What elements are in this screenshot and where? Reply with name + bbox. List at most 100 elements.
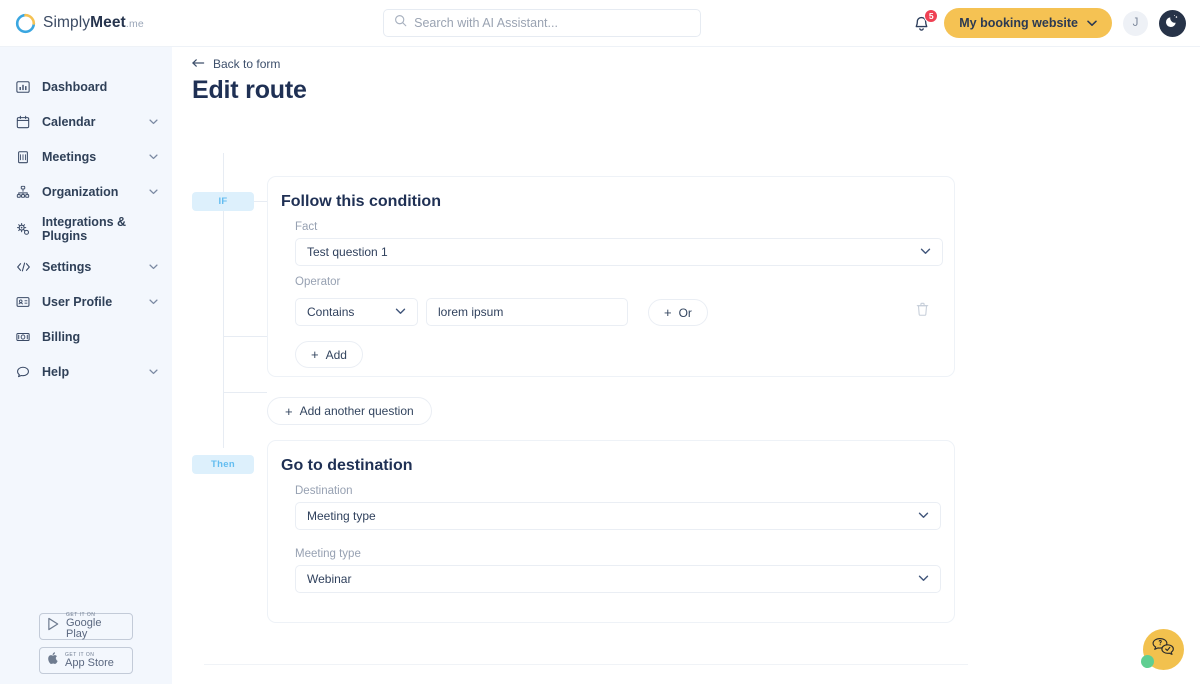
chevron-down-icon bbox=[918, 511, 929, 522]
notification-count-badge: 5 bbox=[924, 9, 939, 23]
chevron-down-icon bbox=[149, 262, 158, 272]
footer-divider bbox=[204, 664, 968, 665]
fact-field-group: Fact Test question 1 bbox=[295, 221, 943, 266]
sidebar-item-integrations-plugins[interactable]: Integrations & Plugins bbox=[0, 209, 172, 249]
destination-card-title: Go to destination bbox=[281, 457, 413, 474]
top-bar-actions: 5 My booking website J bbox=[912, 8, 1200, 38]
simplymeet-logo-icon bbox=[15, 13, 36, 34]
building-icon bbox=[15, 150, 31, 164]
chat-support-icon bbox=[1151, 637, 1176, 663]
destination-select[interactable]: Meeting type bbox=[295, 502, 941, 530]
sidebar-item-billing[interactable]: Billing bbox=[0, 319, 172, 354]
sidebar: Dashboard Calendar Meetings Organization… bbox=[0, 47, 172, 684]
chevron-down-icon bbox=[918, 574, 929, 585]
add-or-button[interactable]: + Or bbox=[648, 299, 708, 326]
page-title: Edit route bbox=[192, 76, 307, 104]
gears-icon bbox=[15, 222, 31, 237]
sidebar-nav: Dashboard Calendar Meetings Organization… bbox=[0, 47, 172, 389]
google-play-badge[interactable]: GET IT ON Google Play bbox=[39, 613, 133, 640]
moon-icon bbox=[1165, 13, 1180, 33]
search-input[interactable]: Search with AI Assistant... bbox=[383, 9, 702, 37]
google-play-icon bbox=[47, 617, 60, 636]
sidebar-item-label: Billing bbox=[42, 329, 81, 344]
meeting-type-select[interactable]: Webinar bbox=[295, 565, 941, 593]
add-or-label: Or bbox=[678, 305, 692, 320]
back-to-form-label: Back to form bbox=[213, 57, 281, 71]
app-store-badges: GET IT ON Google Play GET IT ON App Stor… bbox=[0, 613, 172, 674]
sidebar-item-settings[interactable]: Settings bbox=[0, 249, 172, 284]
app-store-text: GET IT ON App Store bbox=[65, 652, 114, 669]
delete-condition-button[interactable] bbox=[916, 302, 929, 321]
sidebar-item-label: Meetings bbox=[42, 149, 97, 164]
plus-icon: + bbox=[311, 347, 319, 362]
meeting-type-label: Meeting type bbox=[295, 548, 361, 560]
chat-online-status-dot bbox=[1141, 655, 1154, 668]
chat-support-button[interactable] bbox=[1141, 629, 1184, 670]
chevron-down-icon bbox=[149, 297, 158, 307]
brand-logo[interactable]: SimplyMeet.me bbox=[0, 13, 172, 34]
fact-select[interactable]: Test question 1 bbox=[295, 238, 943, 266]
store-big-label: Google Play bbox=[66, 617, 102, 640]
notifications-button[interactable]: 5 bbox=[912, 9, 939, 34]
destination-value: Meeting type bbox=[307, 509, 376, 523]
avatar-initial: J bbox=[1132, 17, 1139, 29]
sidebar-item-label: User Profile bbox=[42, 294, 113, 309]
meeting-type-field-group: Meeting type Webinar bbox=[295, 548, 941, 593]
then-badge: Then bbox=[192, 455, 254, 474]
avatar[interactable]: J bbox=[1123, 10, 1148, 36]
sitemap-icon bbox=[15, 185, 31, 199]
meeting-type-value: Webinar bbox=[307, 572, 352, 586]
app-root: SimplyMeet.me Search with AI Assistant..… bbox=[0, 0, 1200, 684]
add-another-question-button[interactable]: + Add another question bbox=[267, 397, 432, 425]
brand-name-bold: Meet bbox=[90, 14, 126, 31]
chat-bubble-icon bbox=[15, 365, 31, 379]
money-icon bbox=[15, 330, 31, 344]
calendar-icon bbox=[15, 115, 31, 129]
chevron-down-icon bbox=[1087, 16, 1097, 30]
apple-icon bbox=[47, 651, 59, 670]
operator-label: Operator bbox=[295, 276, 341, 288]
top-bar: SimplyMeet.me Search with AI Assistant..… bbox=[0, 0, 1200, 47]
chevron-down-icon bbox=[920, 247, 931, 258]
fact-label: Fact bbox=[295, 221, 318, 233]
plus-icon: + bbox=[664, 305, 672, 320]
operator-value: Contains bbox=[307, 305, 355, 319]
sidebar-item-dashboard[interactable]: Dashboard bbox=[0, 69, 172, 104]
store-big-label: App Store bbox=[65, 656, 114, 669]
app-store-badge[interactable]: GET IT ON App Store bbox=[39, 647, 133, 674]
chevron-down-icon bbox=[395, 307, 406, 318]
condition-card-title: Follow this condition bbox=[281, 193, 441, 210]
destination-field-group: Destination Meeting type bbox=[295, 485, 941, 530]
dark-mode-toggle[interactable] bbox=[1159, 9, 1186, 37]
chart-bar-icon bbox=[15, 80, 31, 94]
add-another-question-label: Add another question bbox=[299, 404, 414, 418]
sidebar-item-label: Calendar bbox=[42, 114, 96, 129]
sidebar-item-organization[interactable]: Organization bbox=[0, 174, 172, 209]
condition-value-input[interactable]: lorem ipsum bbox=[426, 298, 628, 326]
operator-select[interactable]: Contains bbox=[295, 298, 418, 326]
my-booking-website-button[interactable]: My booking website bbox=[944, 8, 1112, 38]
code-icon bbox=[15, 260, 31, 274]
sidebar-item-help[interactable]: Help bbox=[0, 354, 172, 389]
booking-button-label: My booking website bbox=[959, 16, 1078, 30]
brand-name: SimplyMeet.me bbox=[43, 14, 144, 32]
main-content: Back to form Edit route IF Follow this c… bbox=[172, 47, 1200, 684]
back-to-form-link[interactable]: Back to form bbox=[192, 57, 280, 71]
destination-label: Destination bbox=[295, 485, 353, 497]
fact-value: Test question 1 bbox=[307, 245, 388, 259]
add-condition-button[interactable]: + Add bbox=[295, 341, 363, 368]
add-condition-label: Add bbox=[325, 347, 347, 362]
google-play-text: GET IT ON Google Play bbox=[66, 613, 125, 640]
brand-name-light: Simply bbox=[43, 14, 91, 31]
chevron-down-icon bbox=[149, 152, 158, 162]
id-card-icon bbox=[15, 295, 31, 309]
chevron-down-icon bbox=[149, 187, 158, 197]
sidebar-item-meetings[interactable]: Meetings bbox=[0, 139, 172, 174]
brand-suffix: .me bbox=[125, 18, 144, 30]
if-badge: IF bbox=[192, 192, 254, 211]
chevron-down-icon bbox=[149, 117, 158, 127]
sidebar-item-user-profile[interactable]: User Profile bbox=[0, 284, 172, 319]
condition-value-text: lorem ipsum bbox=[438, 305, 504, 319]
search-area: Search with AI Assistant... bbox=[172, 9, 912, 37]
sidebar-item-calendar[interactable]: Calendar bbox=[0, 104, 172, 139]
